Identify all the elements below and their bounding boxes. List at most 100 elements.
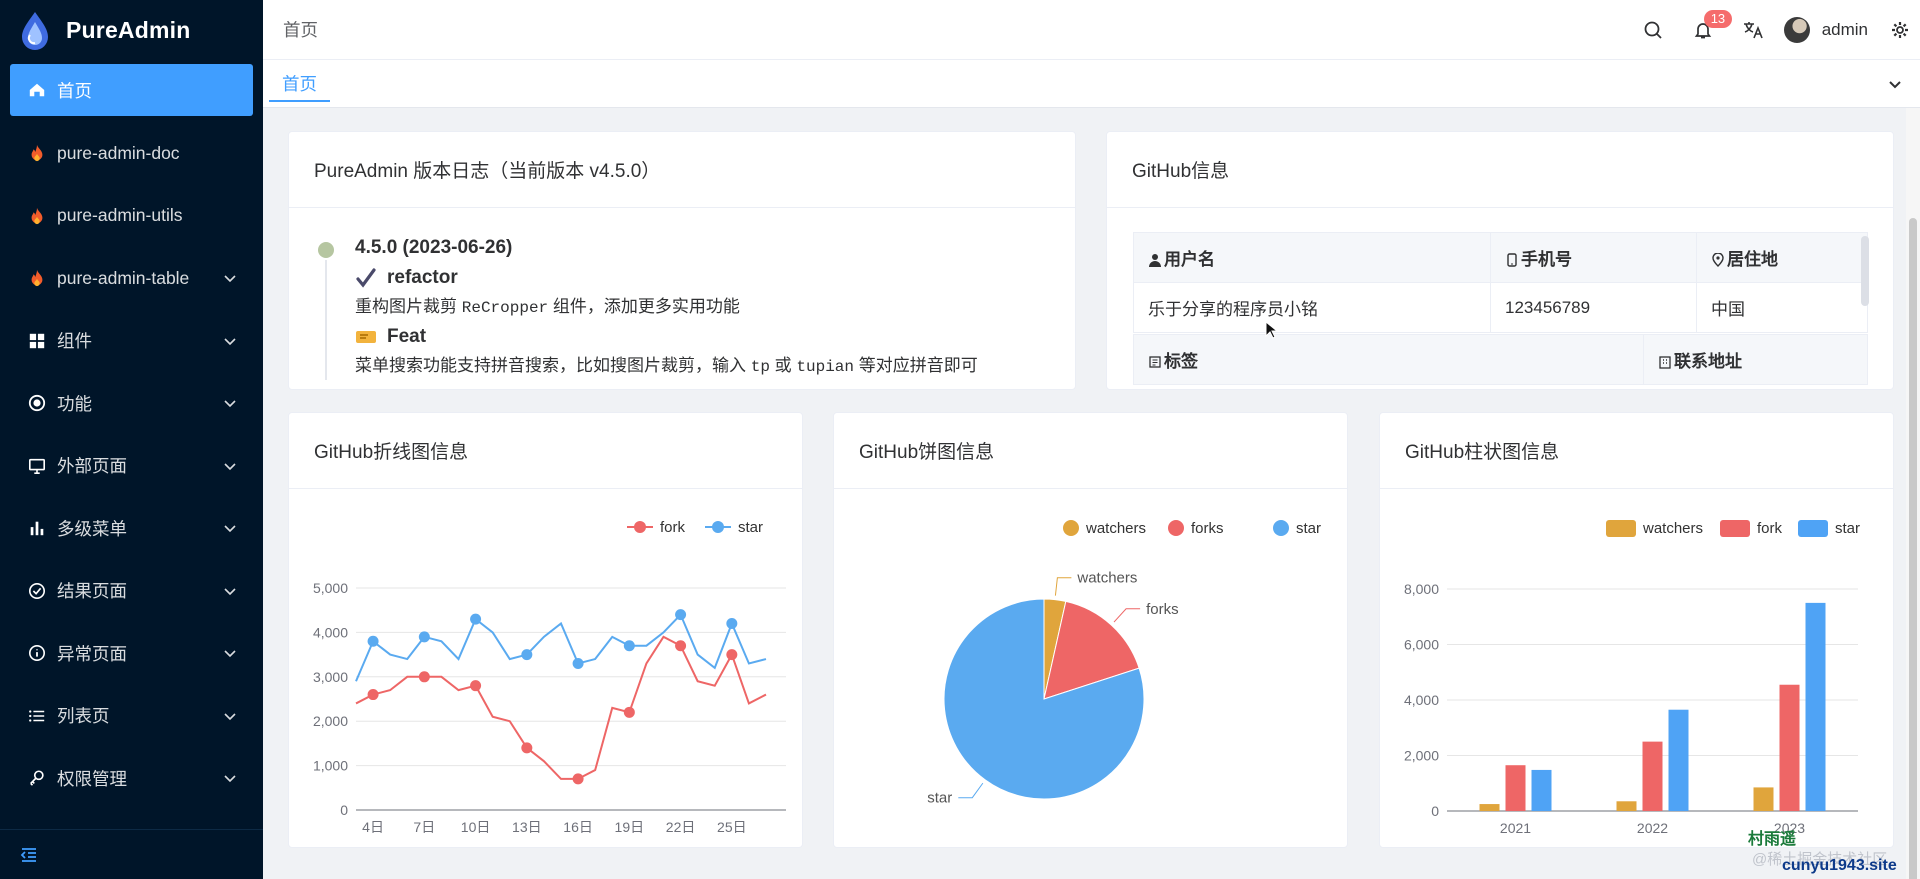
chevron-down-icon: [224, 463, 236, 470]
y-tick-label: 6,000: [1404, 637, 1439, 653]
y-tick-label: 8,000: [1404, 581, 1439, 597]
check-mark-icon: [355, 267, 377, 289]
x-tick-label: 13日: [512, 819, 542, 835]
th-tags: 标签: [1133, 334, 1644, 385]
section-refactor: refactor: [387, 267, 458, 288]
th-location-label: 居住地: [1727, 250, 1778, 269]
collapse-sidebar-button[interactable]: [0, 829, 263, 879]
version-title: 4.5.0 (2023-06-26): [355, 237, 513, 258]
settings-button[interactable]: [1880, 0, 1920, 60]
sidebar-item-8[interactable]: 结果页面: [0, 560, 263, 623]
pie-label-line-star: [958, 782, 984, 799]
data-point-fork: [623, 706, 635, 718]
sidebar-item-9[interactable]: 异常页面: [0, 622, 263, 685]
chevron-down-icon: [224, 775, 236, 783]
chevron-down-icon: [224, 400, 236, 408]
page-scrollbar[interactable]: [1906, 108, 1920, 879]
th-username: 用户名: [1133, 232, 1491, 283]
legend-label-star: star: [1296, 520, 1321, 537]
bar-star: [1531, 769, 1552, 811]
sidebar-item-label: 多级菜单: [57, 518, 127, 539]
pie-chart-title: GitHub饼图信息: [834, 413, 1347, 489]
watermark-site: cunyu1943.site: [1782, 857, 1897, 874]
sidebar-item-4[interactable]: 组件: [0, 310, 263, 373]
line-chart-card: GitHub折线图信息 0 1,000 2,000 3,000 4,000 5,000 4日…: [288, 412, 803, 848]
sidebar-item-label: pure-admin-table: [57, 267, 190, 288]
data-point-star: [726, 618, 738, 630]
th-tags-label: 标签: [1164, 352, 1198, 371]
language-button[interactable]: [1728, 0, 1778, 60]
changelog-title: PureAdmin 版本日志（当前版本 v4.5.0）: [289, 132, 1075, 208]
legend-marker-watchers: [1606, 520, 1636, 537]
x-tick-label: 2021: [1500, 820, 1531, 836]
sidebar-item-0[interactable]: 首页: [10, 64, 253, 116]
pie-label-line-watchers: [1054, 577, 1072, 596]
data-point-fork: [470, 680, 482, 692]
x-tick-label: 25日: [717, 819, 747, 835]
th-username-label: 用户名: [1164, 250, 1215, 269]
sidebar-item-10[interactable]: 列表页: [0, 685, 263, 748]
x-tick-label: 10日: [461, 819, 491, 835]
github-info-table-2: 标签 联系地址: [1133, 334, 1868, 385]
bar-fork: [1505, 765, 1526, 811]
data-point-star: [418, 631, 430, 643]
collapse-icon: [20, 847, 36, 862]
github-info-table: 用户名 手机号 居住地 乐于分享的程序员小铭 123456789 中国: [1133, 232, 1868, 333]
sidebar-item-label: 组件: [57, 331, 92, 352]
sidebar-item-label: 权限管理: [57, 768, 127, 789]
feat-desc-text: 菜单搜索功能支持拼音搜索，比如搜图片裁剪，输入: [355, 356, 751, 375]
bar-star: [1805, 602, 1826, 811]
github-info-card: GitHub信息 用户名 手机号 居住地 乐于分享的程序员小铭 12345678…: [1106, 131, 1894, 390]
chevron-down-icon[interactable]: [1886, 75, 1904, 93]
sidebar-item-5[interactable]: 功能: [0, 372, 263, 435]
search-button[interactable]: [1628, 0, 1678, 60]
x-tick-label: 7日: [413, 819, 435, 835]
user-menu[interactable]: admin: [1778, 0, 1880, 60]
line-chart: 0 1,000 2,000 3,000 4,000 5,000 4日 7日 10日 13日 16日 1…: [313, 519, 786, 835]
data-point-star: [572, 657, 584, 669]
feat-desc-code: tp: [750, 358, 770, 376]
legend-marker-forks: [1168, 520, 1184, 536]
y-tick-label: 5,000: [313, 580, 348, 596]
sidebar-item-2[interactable]: pure-admin-utils: [0, 185, 263, 248]
sidebar-item-7[interactable]: 多级菜单: [0, 497, 263, 560]
feat-desc: 菜单搜索功能支持拼音搜索，比如搜图片裁剪，输入 tp 或 tupian 等对应拼…: [355, 351, 1075, 382]
th-phone: 手机号: [1490, 232, 1697, 283]
tags-bar: 首页: [263, 60, 1920, 108]
table-scrollbar[interactable]: [1861, 236, 1869, 306]
x-tick-label: 22日: [666, 819, 696, 835]
sidebar-item-6[interactable]: 外部页面: [0, 435, 263, 498]
bar-chart-title: GitHub柱状图信息: [1380, 413, 1893, 489]
sidebar-item-1[interactable]: pure-admin-doc: [0, 122, 263, 185]
refactor-desc-text-2: 组件，添加更多实用功能: [548, 297, 740, 316]
page-scrollbar-thumb[interactable]: [1909, 218, 1917, 879]
timeline-dot: [318, 242, 334, 258]
legend-label-watchers: watchers: [1085, 520, 1146, 537]
legend-label-fork: fork: [660, 519, 686, 536]
pie-chart: watchers watchers forks forks star star: [927, 520, 1321, 807]
watermark: 村雨遥 @稀土掘金技术社区 cunyu1943.site: [1748, 830, 1908, 874]
search-icon: [1644, 21, 1662, 39]
x-tick-label: 2022: [1637, 820, 1668, 836]
x-tick-label: 19日: [615, 819, 645, 835]
brand[interactable]: PureAdmin: [0, 0, 263, 60]
bar-watchers: [1753, 787, 1774, 811]
phone-icon: [1507, 253, 1517, 267]
notification-button[interactable]: 13: [1678, 0, 1733, 60]
sidebar-item-11[interactable]: 权限管理: [0, 747, 263, 810]
timeline-line: [325, 260, 327, 380]
tag-home[interactable]: 首页: [269, 66, 330, 102]
top-header: 首页 13 admin: [263, 0, 1920, 60]
series-line-fork: [355, 635, 767, 780]
chevron-down-icon: [224, 588, 236, 595]
sidebar-item-label: 功能: [57, 393, 92, 414]
breadcrumb[interactable]: 首页: [283, 17, 318, 42]
sidebar-item-3[interactable]: pure-admin-table: [0, 247, 263, 310]
cell-username: 乐于分享的程序员小铭: [1133, 282, 1491, 333]
fire-icon: [27, 143, 47, 163]
github-info-title: GitHub信息: [1107, 132, 1893, 208]
data-point-fork: [572, 773, 584, 785]
monitor-icon: [27, 456, 47, 476]
data-point-star: [367, 635, 379, 647]
bar-chart-icon: [27, 518, 47, 538]
